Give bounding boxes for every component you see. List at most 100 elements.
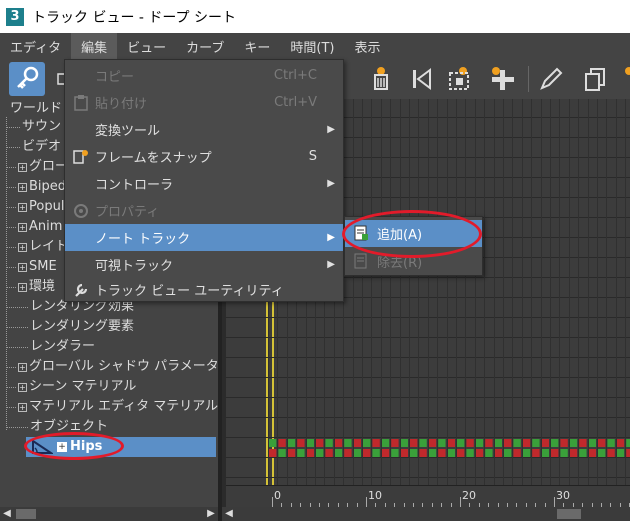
animation-key[interactable] — [626, 449, 630, 457]
animation-key[interactable] — [598, 439, 606, 447]
animation-key[interactable] — [391, 449, 399, 457]
animation-key[interactable] — [287, 439, 296, 447]
animation-key[interactable] — [560, 449, 568, 457]
tree-item[interactable]: ビデオ — [6, 137, 61, 157]
grid-horizontal-scrollbar[interactable]: ◀ — [222, 507, 630, 521]
tree-item[interactable]: + グローバル シャドウ パラメータ — [6, 357, 219, 377]
animation-key[interactable] — [344, 439, 352, 447]
more-toolbar-icon[interactable] — [611, 64, 630, 94]
copy-icon[interactable] — [580, 64, 610, 94]
expand-icon[interactable]: + — [18, 382, 27, 392]
animation-key[interactable] — [522, 449, 531, 457]
animation-key[interactable] — [344, 449, 352, 457]
tree-item-hips[interactable]: + Hips — [26, 437, 216, 457]
animation-key[interactable] — [598, 449, 606, 457]
menu-item-remove-note[interactable]: 除去(R) — [345, 248, 482, 275]
animation-key[interactable] — [466, 439, 474, 447]
go-to-start-icon[interactable] — [406, 64, 436, 94]
expand-icon[interactable]: + — [18, 242, 27, 252]
animation-key[interactable] — [616, 449, 625, 457]
animation-key[interactable] — [457, 449, 465, 457]
menu-view[interactable]: ビュー — [117, 33, 176, 59]
animation-key[interactable] — [579, 449, 587, 457]
expand-icon[interactable]: + — [18, 402, 27, 412]
expand-icon[interactable]: + — [18, 262, 27, 272]
animation-key[interactable] — [381, 449, 390, 457]
pencil-icon[interactable] — [536, 64, 566, 94]
menu-item-snap-frames[interactable]: フレームをスナップ S — [65, 143, 343, 170]
scroll-thumb[interactable] — [16, 509, 36, 519]
menu-item-note-track[interactable]: ノート トラック ▶ — [65, 224, 343, 251]
tree-item[interactable]: + グロー — [6, 157, 68, 177]
animation-key[interactable] — [438, 449, 446, 457]
animation-key[interactable] — [504, 439, 512, 447]
key-filter-button[interactable] — [9, 62, 45, 96]
animation-key[interactable] — [306, 439, 314, 447]
tree-item[interactable]: + マテリアル エディタ マテリアル — [6, 397, 218, 417]
expand-icon[interactable]: + — [18, 202, 27, 212]
animation-key[interactable] — [569, 449, 578, 457]
animation-key[interactable] — [522, 439, 531, 447]
tree-item[interactable]: レンダラー — [6, 337, 95, 357]
expand-icon[interactable]: + — [57, 442, 67, 452]
animation-key[interactable] — [372, 449, 380, 457]
menu-curves[interactable]: カーブ — [176, 33, 234, 59]
animation-key[interactable] — [278, 449, 286, 457]
animation-key[interactable] — [419, 439, 427, 447]
animation-key[interactable] — [457, 439, 465, 447]
delete-keys-icon[interactable] — [366, 64, 396, 94]
animation-key[interactable] — [607, 449, 615, 457]
animation-key[interactable] — [410, 449, 418, 457]
hips-key-track[interactable] — [268, 438, 630, 458]
animation-key[interactable] — [569, 439, 578, 447]
animation-key[interactable] — [353, 449, 361, 457]
animation-key[interactable] — [560, 439, 568, 447]
menu-item-transform-tools[interactable]: 変換ツール ▶ — [65, 116, 343, 143]
scroll-left-arrow-icon[interactable]: ◀ — [222, 507, 236, 521]
tree-item[interactable]: レンダリング要素 — [6, 317, 134, 337]
scroll-right-arrow-icon[interactable]: ▶ — [204, 507, 218, 521]
animation-key[interactable] — [269, 439, 277, 447]
tree-root-world[interactable]: ワールド — [10, 99, 62, 119]
animation-key[interactable] — [475, 439, 484, 447]
menu-item-properties[interactable]: プロパティ — [65, 197, 343, 224]
animation-key[interactable] — [287, 449, 296, 457]
tree-item[interactable]: オブジェクト — [6, 417, 108, 437]
animation-key[interactable] — [494, 439, 502, 447]
animation-key[interactable] — [513, 439, 521, 447]
animation-key[interactable] — [551, 449, 559, 457]
animation-key[interactable] — [607, 439, 615, 447]
tree-item[interactable]: + SME — [6, 257, 57, 277]
menu-item-controller[interactable]: コントローラ ▶ — [65, 170, 343, 197]
animation-key[interactable] — [419, 449, 427, 457]
expand-icon[interactable]: + — [18, 282, 27, 292]
animation-key[interactable] — [532, 439, 540, 447]
animation-key[interactable] — [363, 449, 371, 457]
animation-key[interactable] — [316, 439, 324, 447]
animation-key[interactable] — [579, 439, 587, 447]
animation-key[interactable] — [400, 439, 408, 447]
add-keys-icon[interactable] — [487, 64, 517, 94]
animation-key[interactable] — [475, 449, 484, 457]
time-ruler[interactable]: 0 10 20 30 — [226, 485, 630, 507]
animation-key[interactable] — [588, 439, 596, 447]
expand-icon[interactable]: + — [18, 162, 27, 172]
animation-key[interactable] — [316, 449, 324, 457]
tree-item[interactable]: + シーン マテリアル — [6, 377, 136, 397]
tree-item[interactable]: + レイト — [6, 237, 68, 257]
animation-key[interactable] — [400, 449, 408, 457]
animation-key[interactable] — [485, 439, 493, 447]
animation-key[interactable] — [410, 439, 418, 447]
animation-key[interactable] — [466, 449, 474, 457]
animation-key[interactable] — [325, 449, 333, 457]
animation-key[interactable] — [428, 449, 437, 457]
animation-key[interactable] — [438, 439, 446, 447]
animation-key[interactable] — [588, 449, 596, 457]
menu-item-visible-tracks[interactable]: 可視トラック ▶ — [65, 251, 343, 278]
animation-key[interactable] — [269, 449, 277, 457]
scroll-thumb[interactable] — [557, 509, 581, 519]
expand-icon[interactable]: + — [18, 182, 27, 192]
animation-key[interactable] — [485, 449, 493, 457]
menu-keys[interactable]: キー — [234, 33, 280, 59]
animation-key[interactable] — [325, 439, 333, 447]
